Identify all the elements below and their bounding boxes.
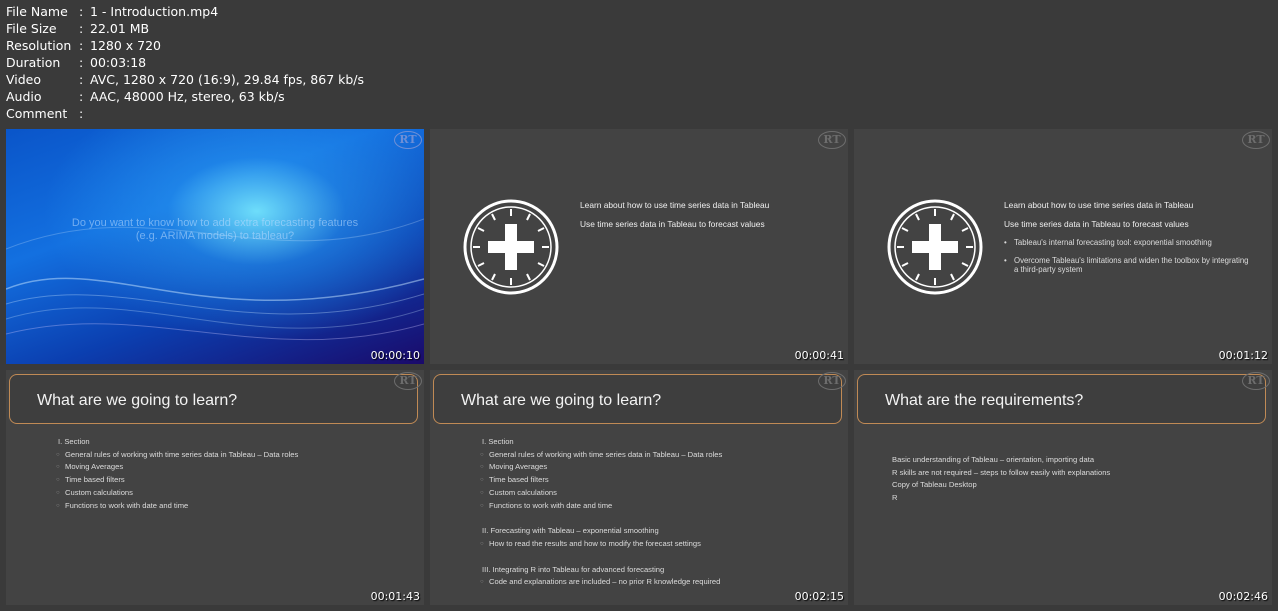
slide-text: Learn about how to use time series data …: [580, 200, 770, 229]
requirements-list: Basic understanding of Tableau – orienta…: [892, 455, 1111, 503]
thumbnail-3[interactable]: RT Learn about how to use time series da…: [854, 129, 1272, 364]
agenda-list: I. Section General rules of working with…: [56, 436, 298, 512]
timestamp: 00:02:15: [794, 590, 844, 603]
meta-row-file-name: File Name:1 - Introduction.mp4: [6, 4, 219, 19]
clock-plus-icon: [887, 199, 983, 295]
rt-logo: RT: [394, 131, 422, 149]
meta-row-video: Video: AVC, 1280 x 720 (16:9), 29.84 fps,…: [6, 72, 365, 87]
meta-row-duration: Duration:00:03:18: [6, 55, 147, 70]
intro-question: Do you want to know how to add extra for…: [71, 217, 359, 242]
timestamp: 00:00:41: [794, 349, 844, 362]
file-metadata: File Name:1 - Introduction.mp4 File Size…: [6, 3, 364, 122]
thumbnail-1[interactable]: RT Do you want to know how to add extra …: [6, 129, 424, 364]
thumbnail-6[interactable]: RT What are the requirements? Basic unde…: [854, 370, 1272, 605]
rt-logo: RT: [818, 131, 846, 149]
thumbnail-5[interactable]: RT What are we going to learn? I. Sectio…: [430, 370, 848, 605]
slide-title: What are we going to learn?: [37, 392, 238, 409]
rt-logo: RT: [1242, 131, 1270, 149]
agenda-list: I. Section General rules of working with…: [480, 436, 722, 589]
clock-plus-icon: [463, 199, 559, 295]
meta-row-file-size: File Size:22.01 MB: [6, 21, 150, 36]
rt-logo: RT: [1242, 372, 1270, 390]
thumbnail-4[interactable]: RT What are we going to learn? I. Sectio…: [6, 370, 424, 605]
slide-text: Learn about how to use time series data …: [1004, 200, 1254, 283]
light-waves-graphic: [6, 218, 424, 341]
slide-title: What are the requirements?: [885, 392, 1084, 409]
meta-row-resolution: Resolution:1280 x 720: [6, 38, 162, 53]
meta-row-comment: Comment:: [6, 106, 84, 121]
timestamp: 00:01:43: [370, 590, 420, 603]
rt-logo: RT: [394, 372, 422, 390]
rt-logo: RT: [818, 372, 846, 390]
timestamp: 00:02:46: [1218, 590, 1268, 603]
timestamp: 00:00:10: [370, 349, 420, 362]
meta-row-audio: Audio: AAC, 48000 Hz, stereo, 63 kb/s: [6, 89, 285, 104]
timestamp: 00:01:12: [1218, 349, 1268, 362]
slide-title: What are we going to learn?: [461, 392, 662, 409]
thumbnail-2[interactable]: RT Learn about how to use time series da…: [430, 129, 848, 364]
